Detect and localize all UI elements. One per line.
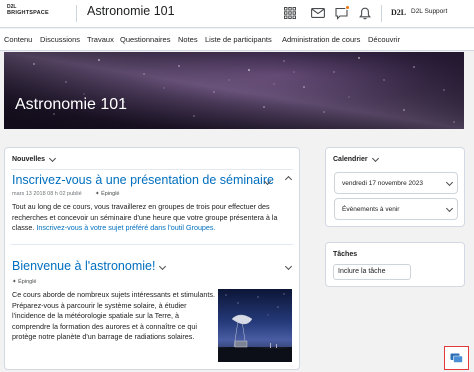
announcement-divider [11, 244, 293, 245]
include-task-input[interactable]: Inclure la tâche [333, 264, 411, 280]
banner-title: Astronomie 101 [15, 96, 128, 113]
calendar-date-label: vendredi 17 novembre 2023 [342, 180, 423, 187]
header-divider [76, 5, 77, 22]
news-heading-label: Nouvelles [12, 156, 46, 163]
radio-telescope-image [218, 289, 292, 362]
milky-way-image [4, 52, 464, 129]
nav-item-administration[interactable]: Administration de cours [282, 35, 360, 44]
nav-item-questionnaires[interactable]: Questionnaires [120, 35, 170, 44]
pinned-label: ✦ Épinglé [12, 279, 37, 285]
mail-icon[interactable] [309, 4, 327, 22]
message-icon [450, 353, 463, 363]
bell-icon[interactable] [356, 4, 374, 22]
course-navbar: Contenu Discussions Travaux Questionnair… [0, 29, 474, 51]
chevron-down-icon [49, 154, 57, 162]
pinned-label: ✦ Épinglé [95, 191, 120, 197]
chat-icon[interactable] [332, 4, 350, 22]
calendar-date-selector[interactable]: vendredi 17 novembre 2023 [334, 172, 458, 194]
upcoming-events-label: Événements à venir [342, 206, 400, 213]
announcement-body: Tout au long de ce cours, vous travaille… [12, 202, 297, 234]
pinned-text: Épinglé [18, 279, 37, 285]
brightspace-logo[interactable]: D2L BRIGHTSPACE [7, 4, 67, 24]
user-menu[interactable]: D2L Support [411, 8, 447, 15]
pinned-text: Épinglé [101, 191, 120, 197]
announcement-body: Ce cours aborde de nombreux sujets intér… [12, 290, 215, 341]
org-logo: D2L [391, 8, 407, 17]
calendar-heading[interactable]: Calendrier [333, 154, 379, 163]
nav-item-discussions[interactable]: Discussions [40, 35, 80, 44]
announcement-date: mars 13 2018 08 h 02 publié [12, 191, 82, 197]
expand-chevron-icon[interactable] [284, 262, 293, 271]
floating-chat-button[interactable] [444, 346, 469, 370]
top-bar: D2L BRIGHTSPACE Astronomie 101 D2L D2L S… [0, 0, 474, 28]
chevron-down-icon [371, 154, 379, 162]
nav-item-participants[interactable]: Liste de participants [205, 35, 272, 44]
course-title[interactable]: Astronomie 101 [87, 4, 175, 18]
course-banner: Astronomie 101 [4, 52, 464, 129]
news-divider [11, 169, 293, 170]
collapse-chevron-icon[interactable] [284, 175, 293, 184]
logo-bottom-text: BRIGHTSPACE [7, 10, 49, 16]
upcoming-events-selector[interactable]: Événements à venir [334, 198, 458, 220]
header-divider-right [381, 5, 382, 22]
announcement-title[interactable]: Inscrivez-vous à une présentation de sém… [12, 173, 274, 187]
announcement-menu-chevron-icon[interactable] [158, 262, 167, 271]
news-heading[interactable]: Nouvelles [12, 154, 57, 163]
chat-notification-badge [345, 5, 350, 10]
nav-item-decouvrir[interactable]: Découvrir [368, 35, 400, 44]
calendar-heading-label: Calendrier [333, 156, 368, 163]
chevron-down-icon [445, 178, 454, 187]
tasks-heading: Tâches [333, 251, 358, 258]
nav-item-travaux[interactable]: Travaux [87, 35, 114, 44]
announcement-title[interactable]: Bienvenue à l'astronomie! [12, 259, 155, 273]
nav-item-contenu[interactable]: Contenu [4, 35, 32, 44]
groups-link[interactable]: Inscrivez-vous à votre sujet préféré dan… [36, 223, 215, 232]
nav-item-notes[interactable]: Notes [178, 35, 198, 44]
chevron-down-icon [445, 204, 454, 213]
calendar-widget: Calendrier vendredi 17 novembre 2023 Évé… [325, 147, 465, 227]
course-selector-grid-icon[interactable] [281, 4, 299, 22]
